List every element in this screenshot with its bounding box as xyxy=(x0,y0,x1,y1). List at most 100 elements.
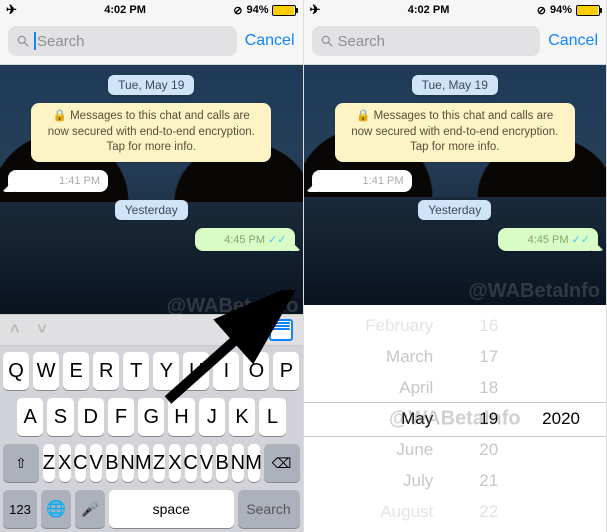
picker-option[interactable]: July xyxy=(403,471,433,491)
search-placeholder: Search xyxy=(37,33,85,50)
calendar-button[interactable] xyxy=(269,319,293,341)
picker-option[interactable]: March xyxy=(386,347,433,367)
result-down-button[interactable]: ˅ xyxy=(37,321,46,339)
key-n[interactable]: N xyxy=(232,444,244,482)
picker-option[interactable] xyxy=(559,347,564,367)
battery-pct: 94% xyxy=(246,4,268,16)
day-wheel[interactable]: 16 17 18 19 20 21 22 xyxy=(461,316,516,522)
incoming-bubble[interactable]: 1:41 PM xyxy=(312,170,412,192)
picker-option[interactable] xyxy=(559,378,564,398)
key-w[interactable]: W xyxy=(33,352,59,390)
key-v[interactable]: V xyxy=(201,444,213,482)
numbers-key[interactable]: 123 xyxy=(3,490,37,528)
alarm-icon: ⊘ xyxy=(233,4,242,17)
key-x[interactable]: X xyxy=(169,444,181,482)
globe-key[interactable]: 🌐 xyxy=(41,490,71,528)
picker-option[interactable]: 20 xyxy=(479,440,498,460)
key-g[interactable]: G xyxy=(138,398,164,436)
picker-option[interactable]: 16 xyxy=(479,316,498,336)
key-t[interactable]: T xyxy=(123,352,149,390)
picker-option[interactable]: 19 xyxy=(479,409,498,429)
key-l[interactable]: L xyxy=(259,398,285,436)
outgoing-bubble[interactable]: 4:45 PM✓✓ xyxy=(498,228,598,251)
picker-option[interactable]: February xyxy=(365,316,433,336)
key-j[interactable]: J xyxy=(199,398,225,436)
key-i[interactable]: I xyxy=(213,352,239,390)
chat-area[interactable]: Tue, May 19 🔒Messages to this chat and c… xyxy=(0,65,303,314)
picker-option[interactable]: 2020 xyxy=(542,409,580,429)
result-up-button[interactable]: ˄ xyxy=(10,321,19,339)
picker-option[interactable] xyxy=(559,471,564,491)
key-a[interactable]: A xyxy=(17,398,43,436)
date-pill: Tue, May 19 xyxy=(108,75,194,95)
date-picker[interactable]: February March April May June July August 16 17… xyxy=(304,305,607,532)
alarm-icon: ⊘ xyxy=(537,4,546,17)
key-m[interactable]: M xyxy=(248,444,260,482)
key-c[interactable]: C xyxy=(75,444,87,482)
search-bar: Search Cancel xyxy=(304,20,607,65)
key-b[interactable]: B xyxy=(216,444,228,482)
keyboard-search-key[interactable]: Search xyxy=(238,490,300,528)
read-ticks-icon: ✓✓ xyxy=(572,233,590,246)
backspace-key[interactable]: ⌫ xyxy=(264,444,300,482)
search-input[interactable]: Search xyxy=(8,26,237,56)
search-nav-row: ˄ ˅ xyxy=(0,314,303,346)
picker-option[interactable] xyxy=(559,316,564,336)
incoming-bubble[interactable]: 1:41 PM xyxy=(8,170,108,192)
picker-option[interactable]: May xyxy=(401,409,433,429)
key-d[interactable]: D xyxy=(78,398,104,436)
search-icon xyxy=(16,34,30,48)
picker-option[interactable]: April xyxy=(399,378,433,398)
key-o[interactable]: O xyxy=(243,352,269,390)
key-z[interactable]: Z xyxy=(43,444,55,482)
key-v[interactable]: V xyxy=(90,444,102,482)
lock-icon: 🔒 xyxy=(356,110,370,122)
battery-icon xyxy=(272,5,296,16)
key-k[interactable]: K xyxy=(229,398,255,436)
key-r[interactable]: R xyxy=(93,352,119,390)
month-wheel[interactable]: February March April May June July August xyxy=(304,316,462,522)
encryption-notice[interactable]: 🔒Messages to this chat and calls are now… xyxy=(31,103,271,162)
key-c[interactable]: C xyxy=(185,444,197,482)
shift-key[interactable]: ⇧ xyxy=(3,444,39,482)
search-input[interactable]: Search xyxy=(312,26,541,56)
picker-option[interactable]: 22 xyxy=(479,502,498,522)
dictation-key[interactable]: 🎤 xyxy=(75,490,105,528)
key-s[interactable]: S xyxy=(47,398,73,436)
key-h[interactable]: H xyxy=(168,398,194,436)
key-f[interactable]: F xyxy=(108,398,134,436)
key-p[interactable]: P xyxy=(273,352,299,390)
cancel-button[interactable]: Cancel xyxy=(245,32,295,50)
status-time: 4:02 PM xyxy=(408,4,450,16)
battery-pct: 94% xyxy=(550,4,572,16)
picker-option[interactable] xyxy=(559,440,564,460)
key-m[interactable]: M xyxy=(138,444,150,482)
key-n[interactable]: N xyxy=(122,444,134,482)
cancel-button[interactable]: Cancel xyxy=(548,32,598,50)
year-wheel[interactable]: 2020 xyxy=(516,316,606,522)
picker-option[interactable]: 21 xyxy=(479,471,498,491)
airplane-mode-icon: ✈︎ xyxy=(6,2,17,18)
picker-option[interactable]: August xyxy=(380,502,433,522)
keyboard: QWERTYUIOP ASDFGHJKL ⇧ ZXCVBNMZXCVBNM⌫ 1… xyxy=(0,346,303,532)
key-z[interactable]: Z xyxy=(153,444,165,482)
picker-option[interactable] xyxy=(559,502,564,522)
search-icon xyxy=(320,34,334,48)
outgoing-bubble[interactable]: 4:45 PM✓✓ xyxy=(195,228,295,251)
chat-area[interactable]: Tue, May 19 🔒Messages to this chat and c… xyxy=(304,65,607,305)
screen-right: ✈︎ 4:02 PM ⊘ 94% Search Cancel Tue, May … xyxy=(304,0,607,532)
space-key[interactable]: space xyxy=(109,490,234,528)
encryption-notice[interactable]: 🔒Messages to this chat and calls are now… xyxy=(335,103,575,162)
status-time: 4:02 PM xyxy=(104,4,146,16)
keyboard-row-3: ⇧ ZXCVBNMZXCVBNM⌫ xyxy=(3,444,300,482)
picker-option[interactable]: June xyxy=(396,440,433,460)
key-b[interactable]: B xyxy=(106,444,118,482)
picker-option[interactable]: 18 xyxy=(479,378,498,398)
key-x[interactable]: X xyxy=(59,444,71,482)
key-q[interactable]: Q xyxy=(3,352,29,390)
screen-left: ✈︎ 4:02 PM ⊘ 94% Search Cancel Tue, May … xyxy=(0,0,304,532)
key-e[interactable]: E xyxy=(63,352,89,390)
picker-option[interactable]: 17 xyxy=(479,347,498,367)
key-y[interactable]: Y xyxy=(153,352,179,390)
key-u[interactable]: U xyxy=(183,352,209,390)
